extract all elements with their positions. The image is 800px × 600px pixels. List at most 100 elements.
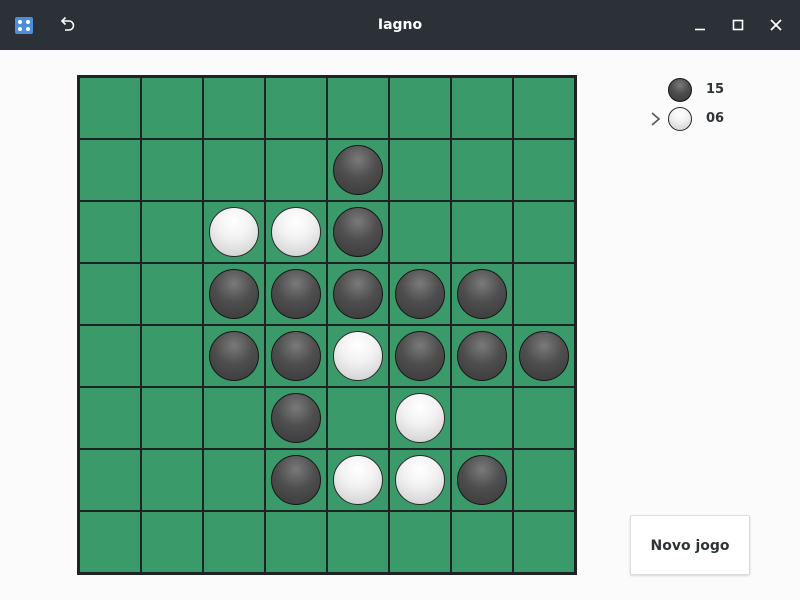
light-disc: [333, 455, 383, 505]
board-cell-r6c5[interactable]: [328, 388, 388, 448]
board-cell-r1c5[interactable]: [328, 78, 388, 138]
board-cell-r2c5[interactable]: [328, 140, 388, 200]
board-cell-r3c7[interactable]: [452, 202, 512, 262]
board-cell-r2c3[interactable]: [204, 140, 264, 200]
chevron-right-icon: [651, 112, 661, 126]
dark-disc: [333, 207, 383, 257]
board-cell-r7c5[interactable]: [328, 450, 388, 510]
minimize-icon: [695, 28, 705, 31]
board-cell-r6c8[interactable]: [514, 388, 574, 448]
board-cell-r7c4[interactable]: [266, 450, 326, 510]
dark-disc-icon: [668, 78, 692, 102]
board-cell-r4c2[interactable]: [142, 264, 202, 324]
board-cell-r1c4[interactable]: [266, 78, 326, 138]
board-cell-r2c4[interactable]: [266, 140, 326, 200]
board-cell-r7c7[interactable]: [452, 450, 512, 510]
close-button[interactable]: [764, 13, 788, 37]
undo-button[interactable]: [54, 13, 80, 37]
minimize-button[interactable]: [688, 13, 712, 37]
board-cell-r8c7[interactable]: [452, 512, 512, 572]
board-cell-r2c2[interactable]: [142, 140, 202, 200]
board-cell-r4c8[interactable]: [514, 264, 574, 324]
board-cell-r5c1[interactable]: [80, 326, 140, 386]
dark-disc: [209, 331, 259, 381]
board-cell-r1c8[interactable]: [514, 78, 574, 138]
light-disc: [333, 331, 383, 381]
board-cell-r1c3[interactable]: [204, 78, 264, 138]
board-grid: [80, 78, 574, 572]
board-cell-r4c1[interactable]: [80, 264, 140, 324]
board-cell-r6c4[interactable]: [266, 388, 326, 448]
dark-disc: [271, 393, 321, 443]
board-cell-r8c2[interactable]: [142, 512, 202, 572]
board-cell-r4c4[interactable]: [266, 264, 326, 324]
board-cell-r3c4[interactable]: [266, 202, 326, 262]
undo-icon: [60, 16, 75, 31]
light-disc-icon: [668, 107, 692, 131]
dark-disc: [457, 455, 507, 505]
light-disc: [271, 207, 321, 257]
board-cell-r4c3[interactable]: [204, 264, 264, 324]
board-cell-r7c6[interactable]: [390, 450, 450, 510]
dice-icon: [15, 17, 33, 34]
dark-disc: [333, 145, 383, 195]
board-cell-r1c2[interactable]: [142, 78, 202, 138]
board-cell-r5c5[interactable]: [328, 326, 388, 386]
board-cell-r7c3[interactable]: [204, 450, 264, 510]
board-cell-r3c1[interactable]: [80, 202, 140, 262]
board-cell-r2c8[interactable]: [514, 140, 574, 200]
maximize-button[interactable]: [726, 13, 750, 37]
board-cell-r4c7[interactable]: [452, 264, 512, 324]
game-board: [77, 75, 577, 575]
board-cell-r1c6[interactable]: [390, 78, 450, 138]
board-cell-r6c7[interactable]: [452, 388, 512, 448]
board-cell-r5c3[interactable]: [204, 326, 264, 386]
board-cell-r7c8[interactable]: [514, 450, 574, 510]
board-cell-r3c8[interactable]: [514, 202, 574, 262]
board-cell-r5c6[interactable]: [390, 326, 450, 386]
board-cell-r7c2[interactable]: [142, 450, 202, 510]
dark-disc: [395, 269, 445, 319]
dark-disc: [395, 331, 445, 381]
board-cell-r4c6[interactable]: [390, 264, 450, 324]
maximize-icon: [732, 19, 744, 31]
board-cell-r2c7[interactable]: [452, 140, 512, 200]
board-cell-r8c1[interactable]: [80, 512, 140, 572]
board-cell-r3c5[interactable]: [328, 202, 388, 262]
dark-disc: [271, 331, 321, 381]
board-cell-r6c6[interactable]: [390, 388, 450, 448]
board-cell-r5c2[interactable]: [142, 326, 202, 386]
close-icon: [770, 19, 782, 31]
board-cell-r3c6[interactable]: [390, 202, 450, 262]
light-score: 06: [706, 111, 725, 126]
board-cell-r8c3[interactable]: [204, 512, 264, 572]
board-cell-r8c8[interactable]: [514, 512, 574, 572]
light-score-row: 06: [640, 105, 780, 133]
board-cell-r3c2[interactable]: [142, 202, 202, 262]
score-panel: 15 06: [640, 75, 780, 135]
board-cell-r1c7[interactable]: [452, 78, 512, 138]
board-cell-r7c1[interactable]: [80, 450, 140, 510]
board-cell-r6c1[interactable]: [80, 388, 140, 448]
board-cell-r2c6[interactable]: [390, 140, 450, 200]
dark-disc: [333, 269, 383, 319]
board-cell-r3c3[interactable]: [204, 202, 264, 262]
board-cell-r5c4[interactable]: [266, 326, 326, 386]
board-cell-r6c3[interactable]: [204, 388, 264, 448]
dark-disc: [457, 331, 507, 381]
board-cell-r1c1[interactable]: [80, 78, 140, 138]
dark-disc: [519, 331, 569, 381]
dark-score: 15: [706, 82, 725, 97]
board-cell-r6c2[interactable]: [142, 388, 202, 448]
light-disc: [395, 393, 445, 443]
board-cell-r8c5[interactable]: [328, 512, 388, 572]
board-cell-r8c4[interactable]: [266, 512, 326, 572]
board-cell-r8c6[interactable]: [390, 512, 450, 572]
light-disc: [395, 455, 445, 505]
board-cell-r2c1[interactable]: [80, 140, 140, 200]
board-cell-r5c7[interactable]: [452, 326, 512, 386]
dark-score-row: 15: [640, 76, 780, 104]
board-cell-r4c5[interactable]: [328, 264, 388, 324]
new-game-button[interactable]: Novo jogo: [630, 515, 750, 575]
board-cell-r5c8[interactable]: [514, 326, 574, 386]
